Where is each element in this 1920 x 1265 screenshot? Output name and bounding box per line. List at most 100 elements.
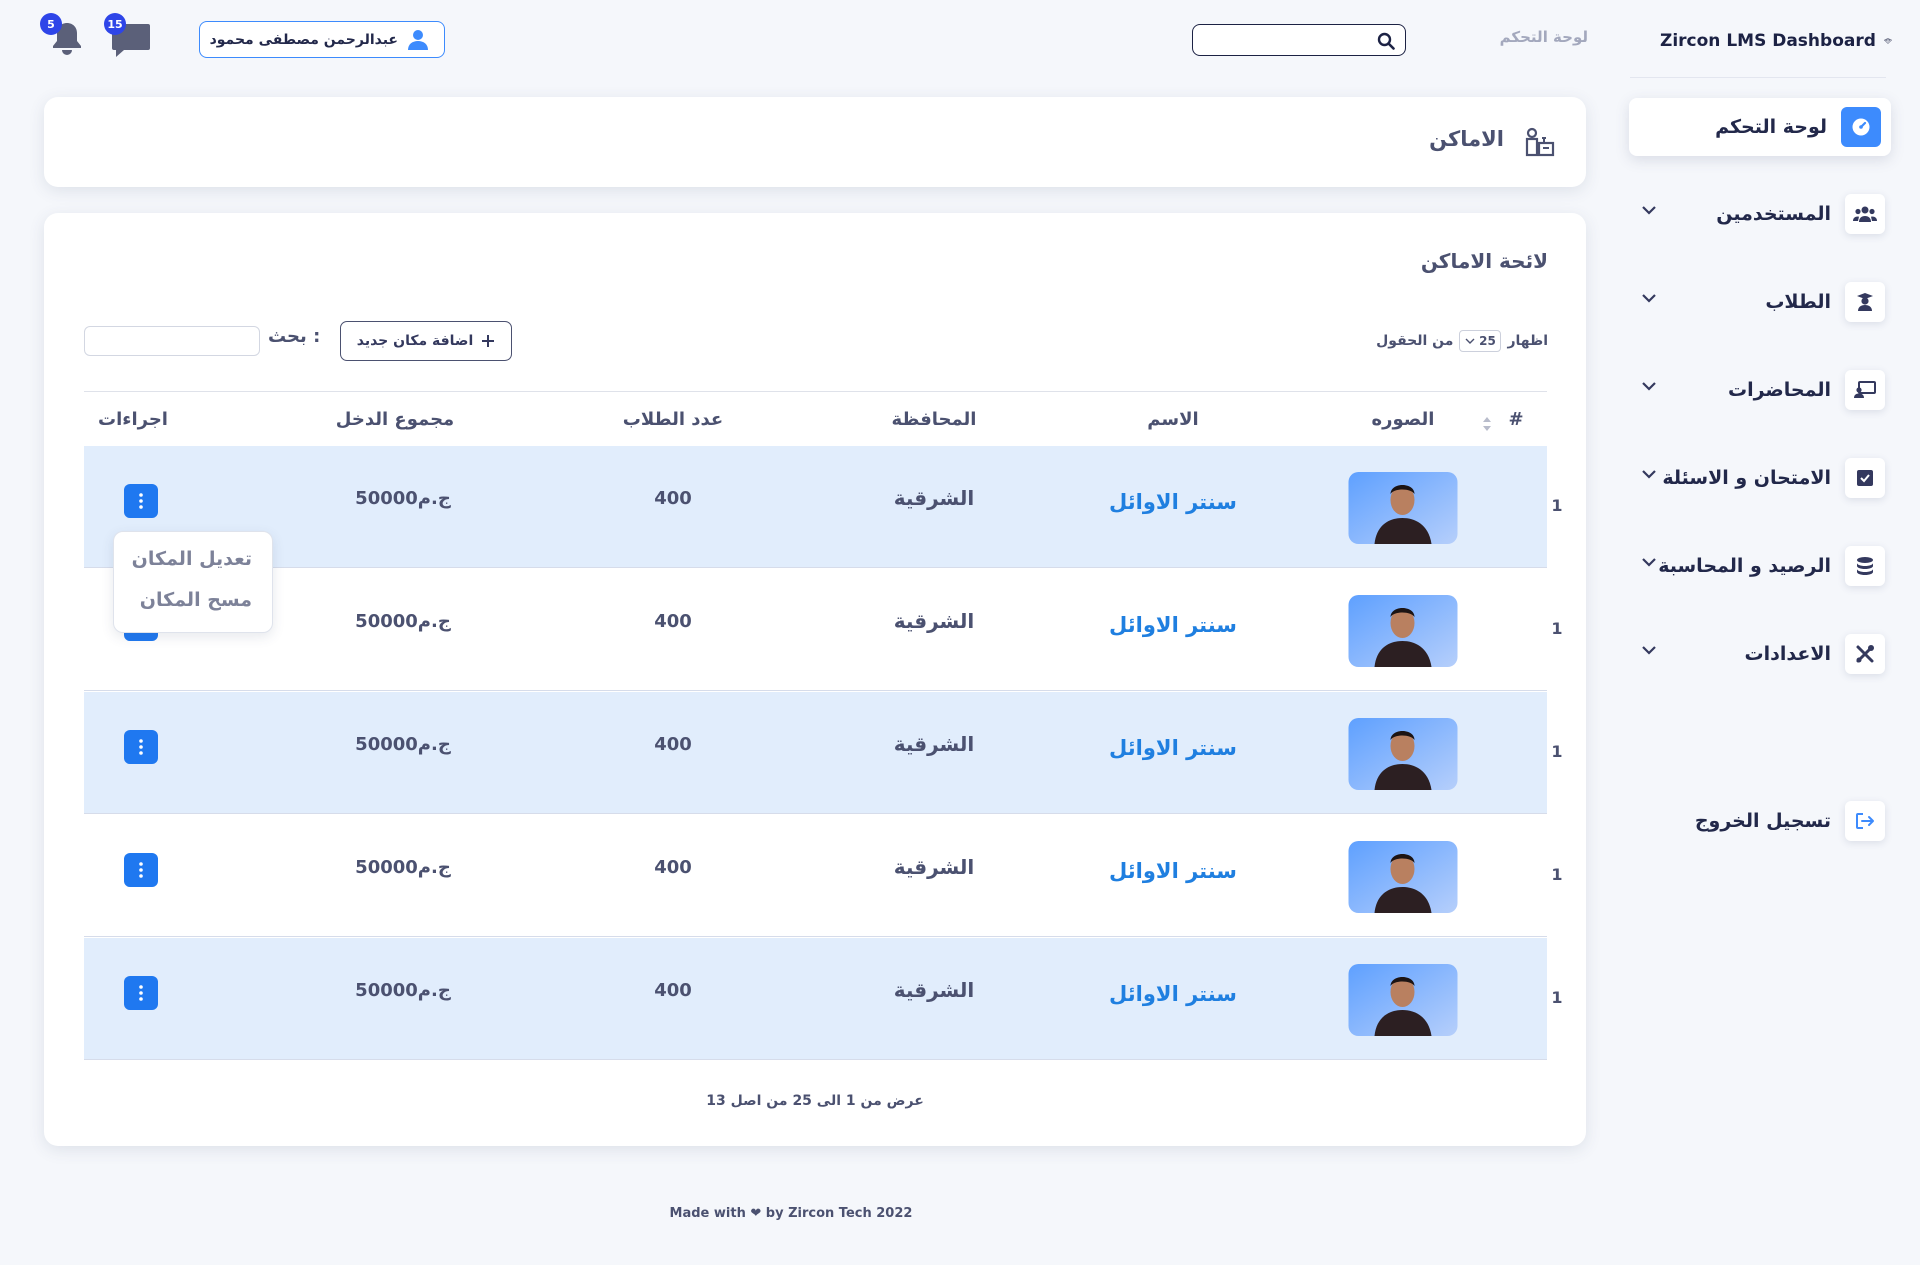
place-governorate: الشرقية <box>893 486 975 510</box>
user-menu-button[interactable]: عبدالرحمن مصطفى محمود <box>199 21 445 58</box>
row-num: 1 <box>1551 619 1563 638</box>
users-icon <box>1845 194 1885 234</box>
chevron-down-icon[interactable] <box>1641 381 1657 391</box>
more-vertical-icon <box>139 739 143 755</box>
row-num: 1 <box>1551 988 1563 1007</box>
search-label: بحث : <box>268 326 321 347</box>
chevron-down-icon[interactable] <box>1641 469 1657 479</box>
sidebar-item-label: الرصيد و المحاسبة <box>1658 555 1831 577</box>
coins-icon <box>1845 546 1885 586</box>
more-vertical-icon <box>139 985 143 1001</box>
sidebar-item-lectures[interactable]: المحاضرات <box>1629 361 1891 419</box>
sidebar-item-label: الامتحان و الاسئلة <box>1662 467 1831 489</box>
place-income: 50000ج.م <box>355 611 451 632</box>
page-title: الاماكن <box>1429 127 1504 151</box>
add-place-label: اضافة مكان جديد <box>356 333 474 349</box>
sidebar-item-students[interactable]: الطلاب <box>1629 273 1891 331</box>
place-name-link[interactable]: سنتر الاوائل <box>1109 982 1237 1006</box>
sidebar-item-exams[interactable]: الامتحان و الاسئلة <box>1629 449 1891 507</box>
chevron-down-icon[interactable] <box>1641 557 1657 567</box>
edit-place-menu-item[interactable]: تعديل المكان <box>132 548 252 570</box>
place-name-link[interactable]: سنتر الاوائل <box>1109 859 1237 883</box>
entries-select[interactable]: 25 <box>1459 330 1502 352</box>
row-actions-button[interactable] <box>124 484 158 518</box>
add-place-button[interactable]: اضافة مكان جديد <box>340 321 512 361</box>
search-icon[interactable] <box>1377 32 1395 50</box>
row-actions-menu: تعديل المكان مسح المكان <box>113 531 273 633</box>
entries-suffix: من الحقول <box>1376 333 1454 349</box>
sidebar-item-label: الاعدادات <box>1744 643 1831 665</box>
messages-badge: 15 <box>104 13 126 35</box>
chevron-down-icon[interactable] <box>1641 293 1657 303</box>
user-icon <box>408 29 428 50</box>
column-header-students[interactable]: عدد الطلاب <box>623 409 723 430</box>
places-icon <box>1525 127 1555 157</box>
sort-icon[interactable] <box>1482 416 1492 432</box>
table-row: 1 سنتر الاوائل الشرقية 400 50000ج.م <box>84 569 1563 691</box>
column-header-num[interactable]: # <box>1508 409 1523 430</box>
table-row: 1 سنتر الاوائل الشرقية 400 50000ج.م <box>84 815 1563 937</box>
table-search-input[interactable] <box>84 326 260 356</box>
row-actions-button[interactable] <box>124 853 158 887</box>
row-actions-button[interactable] <box>124 976 158 1010</box>
column-header-name[interactable]: الاسم <box>1147 409 1198 430</box>
entries-control: اظهار 25 من الحقول <box>1376 330 1548 352</box>
place-name-link[interactable]: سنتر الاوائل <box>1109 490 1237 514</box>
table-row: 1 سنتر الاوائل الشرقية 400 50000ج.م <box>84 446 1563 568</box>
header-search-input[interactable] <box>1201 29 1361 51</box>
brand-logo-icon <box>1884 38 1892 44</box>
place-income: 50000ج.م <box>355 734 451 755</box>
brand-name: Zircon LMS Dashboard <box>1660 31 1876 51</box>
sidebar-item-users[interactable]: المستخدمين <box>1629 185 1891 243</box>
list-title: لائحة الاماكن <box>1420 249 1548 273</box>
sidebar-item-settings[interactable]: الاعدادات <box>1629 625 1891 683</box>
table-divider <box>84 391 1547 392</box>
place-students: 400 <box>654 980 692 1001</box>
place-name-link[interactable]: سنتر الاوائل <box>1109 613 1237 637</box>
column-header-income[interactable]: مجموع الدخل <box>336 409 454 430</box>
place-governorate: الشرقية <box>893 732 975 756</box>
place-photo <box>1348 472 1458 544</box>
sidebar-item-dashboard[interactable]: لوحة التحكم <box>1629 98 1891 156</box>
chevron-down-icon[interactable] <box>1641 205 1657 215</box>
logout-icon <box>1845 801 1885 841</box>
sidebar-item-label: المحاضرات <box>1728 379 1831 401</box>
column-header-governorate[interactable]: المحافظة <box>892 409 977 430</box>
place-income: 50000ج.م <box>355 488 451 509</box>
place-photo <box>1348 595 1458 667</box>
more-vertical-icon <box>139 493 143 509</box>
delete-place-menu-item[interactable]: مسح المكان <box>140 589 252 611</box>
logout-button[interactable]: تسجيل الخروج <box>1629 792 1891 850</box>
page-header-card: الاماكن <box>44 97 1586 187</box>
place-students: 400 <box>654 611 692 632</box>
place-income: 50000ج.م <box>355 980 451 1001</box>
place-name-link[interactable]: سنتر الاوائل <box>1109 736 1237 760</box>
header-search[interactable] <box>1192 24 1406 56</box>
place-governorate: الشرقية <box>893 609 975 633</box>
sidebar-item-accounting[interactable]: الرصيد و المحاسبة <box>1629 537 1891 595</box>
place-students: 400 <box>654 488 692 509</box>
settings-tools-icon <box>1845 634 1885 674</box>
place-photo <box>1348 964 1458 1036</box>
column-header-photo[interactable]: الصوره <box>1372 409 1435 430</box>
user-name: عبدالرحمن مصطفى محمود <box>209 31 398 48</box>
table-row: 1 سنتر الاوائل الشرقية 400 50000ج.م <box>84 692 1563 814</box>
lecture-icon <box>1845 370 1885 410</box>
pagination-info: عرض من 1 الى 25 من اصل 13 <box>706 1093 924 1109</box>
sidebar-item-label: الطلاب <box>1765 291 1831 313</box>
sidebar-item-label: لوحة التحكم <box>1715 116 1827 138</box>
entries-value: 25 <box>1479 334 1496 348</box>
exam-icon <box>1845 458 1885 498</box>
row-actions-button[interactable] <box>124 730 158 764</box>
more-vertical-icon <box>139 862 143 878</box>
chevron-down-icon[interactable] <box>1641 645 1657 655</box>
column-header-actions: اجراءات <box>98 409 168 430</box>
brand[interactable]: Zircon LMS Dashboard <box>1660 22 1892 60</box>
row-num: 1 <box>1551 865 1563 884</box>
dashboard-icon <box>1841 107 1881 147</box>
breadcrumb[interactable]: لوحة التحكم <box>1476 28 1588 46</box>
footer-text: Made with ❤ by Zircon Tech 2022 <box>669 1206 913 1221</box>
place-students: 400 <box>654 734 692 755</box>
notifications-badge: 5 <box>40 13 62 35</box>
sidebar-divider <box>1630 77 1886 78</box>
